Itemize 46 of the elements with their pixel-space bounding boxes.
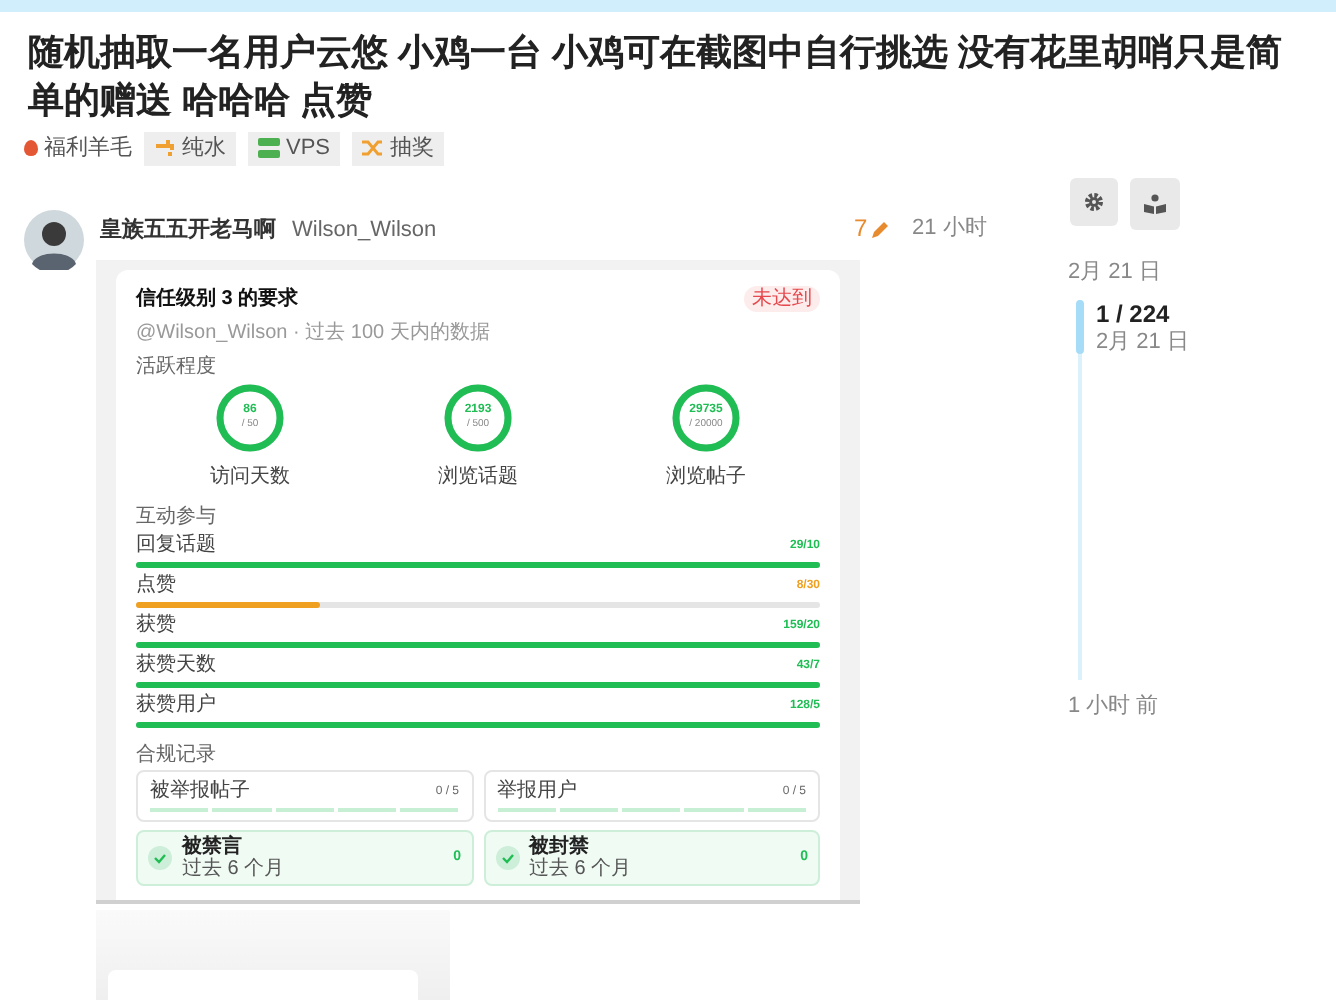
summary-button[interactable] (1130, 178, 1180, 230)
ring-label: 浏览话题 (438, 466, 518, 490)
progress-ring (442, 382, 514, 454)
record-label: 被封禁 (529, 836, 591, 858)
bar-label: 获赞用户 (136, 694, 216, 718)
username[interactable]: Wilson_Wilson (292, 214, 437, 247)
topic-title[interactable]: 随机抽取一名用户云悠 小鸡一台 小鸡可在截图中自行挑选 没有花里胡哨只是简单的赠送 哈哈哈 点赞 (28, 28, 1308, 124)
section-heading: 活跃程度 (136, 353, 218, 380)
bar-label: 获赞 (136, 614, 176, 638)
timeline-end-date[interactable]: 1 小时 前 (1068, 690, 1159, 723)
card-subtitle: @Wilson_Wilson · 过去 100 天内的数据 (136, 319, 492, 348)
counter-label: 举报用户 (497, 780, 577, 804)
progress-ring (214, 382, 286, 454)
pencil-icon (871, 219, 890, 237)
section-heading: 互动参与 (136, 503, 218, 528)
server-icon (258, 138, 280, 158)
status-badge: 未达到 (744, 285, 820, 311)
card-title: 信任级别 3 的要求 (136, 285, 299, 313)
section-heading: 合规记录 (136, 742, 218, 768)
bar-label: 点赞 (136, 574, 176, 598)
ring-label: 访问天数 (210, 466, 290, 490)
tag-link[interactable]: VPS (248, 131, 341, 165)
tag-link[interactable]: 抽奖 (352, 131, 445, 165)
position-date: 2月 21 日 (1096, 328, 1189, 356)
counter-label: 被举报帖子 (150, 780, 250, 804)
record-period: 过去 6 个月 (529, 858, 634, 880)
check-icon (495, 846, 519, 870)
settings-button[interactable] (1070, 178, 1118, 226)
bar-label: 获赞天数 (136, 654, 216, 678)
record-period: 过去 6 个月 (182, 858, 287, 880)
category-link[interactable]: 福利羊毛 (24, 131, 132, 165)
timeline-start-date[interactable]: 2月 21 日 (1068, 258, 1161, 286)
avatar[interactable] (24, 210, 84, 270)
check-icon (148, 846, 172, 870)
settings-icon (1084, 192, 1104, 212)
reader-icon (1144, 194, 1166, 214)
ring-label: 浏览帖子 (666, 466, 746, 490)
timeline-handle[interactable] (1076, 300, 1084, 354)
progress-ring (670, 382, 742, 454)
post-position: 1 / 224 (1096, 300, 1172, 328)
shuffle-icon (362, 138, 385, 158)
record-label: 被禁言 (182, 836, 244, 858)
display-name[interactable]: 皇族五五开老马啊 (100, 214, 276, 247)
bar-label: 回复话题 (136, 534, 216, 558)
tag-link[interactable]: 纯水 (144, 131, 236, 165)
post-time[interactable]: 21 小时 (912, 212, 987, 245)
